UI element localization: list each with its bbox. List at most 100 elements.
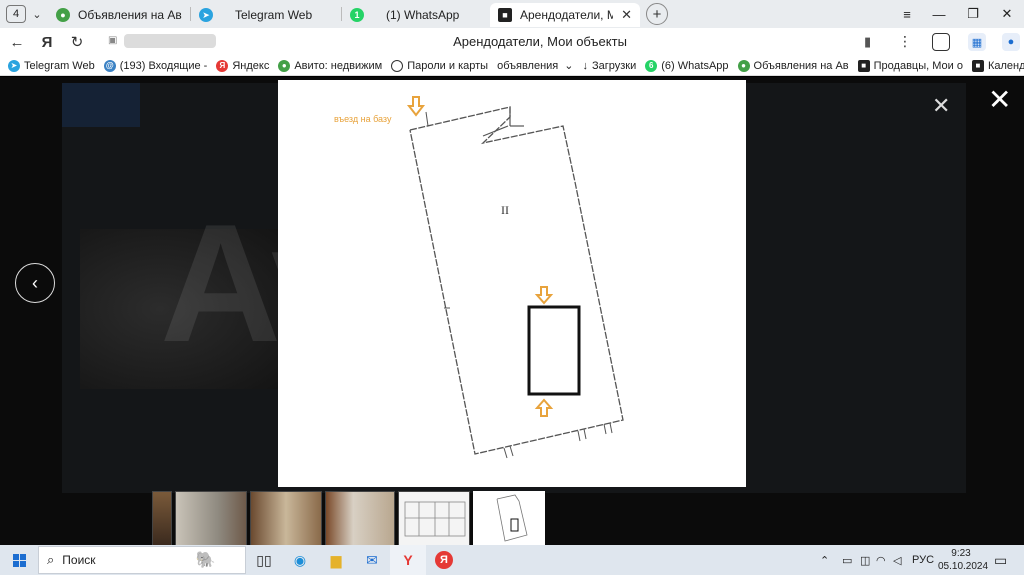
bookmark-calendar[interactable]: ■Календарь xyxy=(971,59,1024,72)
thumbnail[interactable] xyxy=(152,491,172,545)
back-icon[interactable]: ← xyxy=(2,28,32,56)
bookmark-icon[interactable]: ▮ xyxy=(864,34,871,50)
download-icon: ↓ xyxy=(582,59,588,72)
yandex-browser-icon[interactable]: Y xyxy=(390,545,426,575)
floorplan-thumb xyxy=(404,501,466,537)
thumbnail[interactable] xyxy=(250,491,322,545)
edge-icon[interactable]: ◉ xyxy=(282,545,318,575)
thumbnail[interactable] xyxy=(175,491,247,545)
siteplan-thumb xyxy=(496,494,528,542)
tab-whatsapp[interactable]: 1 (1) WhatsApp xyxy=(342,3,490,27)
task-view-icon[interactable]: ▯▯ xyxy=(246,545,282,575)
site-plan-image: въезд на базу II xyxy=(334,96,624,459)
bookmark-sellers[interactable]: ■ Продавцы, Мои о xyxy=(857,59,963,72)
bookmark-telegram[interactable]: ➤ Telegram Web xyxy=(8,59,95,72)
building-rect xyxy=(527,305,581,396)
yandex-icon: Я xyxy=(216,59,229,72)
thumbnail[interactable] xyxy=(325,491,395,545)
close-icon[interactable]: ✕ xyxy=(621,7,632,23)
clock-date: 05.10.2024 xyxy=(938,561,989,572)
tab-telegram[interactable]: ➤ Telegram Web xyxy=(191,3,341,27)
bookmark-avito[interactable]: ● Авито: недвижим xyxy=(278,59,383,72)
collections-icon[interactable] xyxy=(932,33,950,51)
bookmark-whatsapp[interactable]: 6 (6) WhatsApp xyxy=(645,59,729,72)
network-icon[interactable]: ◫ xyxy=(860,545,870,575)
bookmark-label: Пароли и карты xyxy=(407,59,489,72)
tray-chevron-icon[interactable]: ⌃ xyxy=(820,545,829,575)
menu-icon[interactable]: ≡ xyxy=(890,0,924,28)
key-icon xyxy=(391,59,404,72)
notifications-icon[interactable]: ▭ xyxy=(994,545,1007,575)
bookmark-label: Авито: недвижим xyxy=(294,59,383,72)
extension-icon[interactable]: ▦ xyxy=(968,33,986,51)
telegram-icon: ➤ xyxy=(8,59,20,72)
tab-label: Арендодатели, Мои об xyxy=(520,8,614,22)
arrow-up-icon xyxy=(534,398,554,417)
close-window-icon[interactable]: ✕ xyxy=(990,0,1024,28)
bookmark-label: (193) Входящие - xyxy=(119,59,208,72)
entrance-label: въезд на базу xyxy=(334,114,392,124)
bookmark-passwords[interactable]: Пароли и карты xyxy=(391,59,489,72)
mail-icon: @ xyxy=(103,59,116,72)
thumbnail-active[interactable] xyxy=(473,491,545,545)
bookmark-yandex[interactable]: Я Яндекс xyxy=(216,59,270,72)
tab-strip: 4 ⌄ ● Объявления на Авито Pr ➤ Telegram … xyxy=(0,0,1024,28)
new-tab-button[interactable]: + xyxy=(646,3,668,25)
tab-label: Telegram Web xyxy=(235,8,313,22)
close-icon[interactable]: ✕ xyxy=(932,93,950,119)
yandex-home-icon[interactable]: Я xyxy=(32,28,62,56)
tab-count-badge[interactable]: 4 xyxy=(6,5,26,23)
whatsapp-icon: 1 xyxy=(350,8,364,22)
bookmark-label: (6) WhatsApp xyxy=(661,59,729,72)
bookmark-folder[interactable]: объявления ⌄ xyxy=(497,59,574,73)
yandex-icon[interactable]: Я xyxy=(426,545,462,575)
arrow-down-icon xyxy=(534,286,554,305)
avito-icon: ● xyxy=(737,59,750,72)
plot-boundary xyxy=(409,106,624,455)
profile-icon[interactable]: ● xyxy=(1002,33,1020,51)
bookmarks-bar: ➤ Telegram Web @ (193) Входящие - Я Яндекс … xyxy=(0,56,1024,76)
chevron-down-icon[interactable]: ⌄ xyxy=(26,8,48,21)
clock[interactable]: 9:23 05.10.2024 xyxy=(938,547,989,573)
wifi-icon[interactable]: ◠ xyxy=(876,545,886,575)
thumbnail[interactable] xyxy=(398,491,470,545)
tab-avito[interactable]: ● Объявления на Авито Pr xyxy=(48,3,190,27)
bookmark-label: Загрузки xyxy=(591,59,637,72)
bookmark-label: Календарь xyxy=(987,59,1024,72)
bookmark-label: объявления xyxy=(497,59,559,72)
reload-icon[interactable]: ↻ xyxy=(62,28,92,56)
prev-arrow-icon[interactable]: ‹ xyxy=(15,263,55,303)
avito-icon: ● xyxy=(278,59,291,72)
bookmark-avito-ads[interactable]: ● Объявления на Ав xyxy=(737,59,849,72)
taskbar-search[interactable]: ⌕ Поиск 🐘 xyxy=(38,546,246,574)
lightbox-close-icon[interactable]: ✕ xyxy=(988,83,1011,116)
bookmark-label: Объявления на Ав xyxy=(753,59,849,72)
tab-active[interactable]: ■ Арендодатели, Мои об ✕ xyxy=(490,3,640,27)
site-icon: ■ xyxy=(498,8,512,22)
search-label: Поиск xyxy=(62,553,96,567)
background-tab xyxy=(62,83,140,127)
gate-line xyxy=(482,125,509,137)
bookmark-label: Яндекс xyxy=(232,59,270,72)
elephant-illustration-icon: 🐘 xyxy=(195,552,216,569)
mail-icon[interactable]: ✉ xyxy=(354,545,390,575)
bookmark-downloads[interactable]: ↓ Загрузки xyxy=(582,60,636,72)
bookmark-mail[interactable]: @ (193) Входящие - xyxy=(103,59,208,72)
page-title: Арендодатели, Мои объекты xyxy=(453,34,627,49)
restore-icon[interactable]: ❐ xyxy=(956,0,990,28)
volume-icon[interactable]: ◁ xyxy=(893,545,901,575)
language-indicator[interactable]: РУС xyxy=(912,545,934,575)
tab-label: (1) WhatsApp xyxy=(386,8,460,22)
windows-start-icon[interactable] xyxy=(0,545,38,575)
site-icon: ■ xyxy=(857,59,870,72)
avito-icon: ● xyxy=(56,8,70,22)
battery-icon[interactable]: ▭ xyxy=(842,545,852,575)
lock-icon: ▣ xyxy=(108,35,118,46)
bookmark-label: Telegram Web xyxy=(24,59,95,72)
more-icon[interactable]: ⋮ xyxy=(898,33,912,50)
minimize-icon[interactable]: — xyxy=(922,0,956,28)
url-input[interactable] xyxy=(124,34,216,48)
explorer-icon[interactable]: ▆ xyxy=(318,545,354,575)
chevron-down-icon: ⌄ xyxy=(564,60,574,72)
image-viewer[interactable]: въезд на базу II xyxy=(278,80,746,487)
